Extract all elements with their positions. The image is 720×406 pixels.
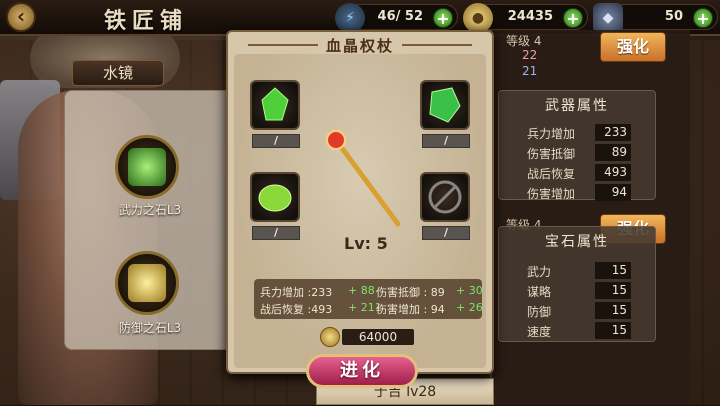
attr-name: 谋略 bbox=[527, 285, 552, 299]
attr-name: 战后恢复 bbox=[527, 167, 576, 181]
stat-damage: 伤害增加 : 94 bbox=[376, 303, 445, 316]
slot-3[interactable] bbox=[250, 172, 300, 222]
stamina-counter: ⚡ 46/ 52 + bbox=[335, 3, 458, 33]
page-title: 铁匠铺 bbox=[104, 8, 189, 34]
gem-slot-force[interactable] bbox=[115, 135, 179, 199]
evolve-dialog: 血晶权杖 / / / / Lv: 5 兵力增加:233 + 88 伤害抵御:… bbox=[226, 30, 494, 388]
attr-value: 493 bbox=[595, 164, 631, 181]
stat-b: 21 bbox=[522, 64, 538, 78]
stat-recovery: 战后恢复 :493 bbox=[260, 303, 333, 316]
tab-water-mirror[interactable]: 水镜 bbox=[72, 60, 164, 86]
dialog-title: 血晶权杖 bbox=[325, 37, 394, 55]
attr-value: 94 bbox=[595, 184, 631, 201]
attr-value: 15 bbox=[595, 302, 631, 319]
green-gem-icon bbox=[128, 148, 166, 186]
attr-value: 15 bbox=[595, 322, 631, 339]
slot-1[interactable] bbox=[250, 80, 300, 130]
stat-troops: 兵力增加 :233 bbox=[260, 286, 333, 299]
stat-damage-plus: + 26 bbox=[456, 301, 483, 314]
badge-icon: ◆ bbox=[593, 3, 623, 33]
green-gem-icon bbox=[429, 87, 461, 123]
gem-label-force: 武力之石L3 bbox=[118, 203, 182, 217]
slot-4[interactable] bbox=[420, 172, 470, 222]
upgrade-button[interactable]: 强化 bbox=[600, 32, 666, 62]
slot-2-bar: / bbox=[422, 134, 470, 148]
stat-defense-plus: + 30 bbox=[456, 284, 483, 297]
item-level: Lv: 5 bbox=[344, 234, 388, 253]
attr-value: 15 bbox=[595, 282, 631, 299]
attr-name: 防御 bbox=[527, 305, 552, 319]
stat-troops-plus: + 88 bbox=[348, 284, 375, 297]
attr-name: 伤害增加 bbox=[527, 187, 576, 201]
back-arrow-icon: ‹ bbox=[16, 4, 26, 28]
attr-value: 15 bbox=[595, 262, 631, 279]
weapon-attr-title: 武器属性 bbox=[545, 98, 609, 114]
yellow-gem-icon bbox=[128, 264, 166, 302]
back-button[interactable]: ‹ bbox=[6, 2, 36, 32]
evolve-button[interactable]: 进化 bbox=[306, 354, 418, 388]
gem-list-panel: 武力之石L3 防御之石L3 bbox=[64, 90, 234, 350]
gem-label-defense: 防御之石L3 bbox=[118, 321, 182, 335]
cost-value: 64000 bbox=[342, 329, 414, 345]
coin-counter: ● 24435 + bbox=[463, 3, 588, 33]
weapon-attributes: 武器属性 兵力增加 233 伤害抵御 89 战后恢复 493 伤害增加 94 bbox=[498, 90, 656, 201]
slot-3-bar: / bbox=[252, 226, 300, 240]
coin-icon bbox=[320, 327, 340, 347]
gem-slot-defense[interactable] bbox=[115, 251, 179, 315]
attr-name: 速度 bbox=[527, 325, 552, 339]
lightning-icon: ⚡ bbox=[335, 3, 365, 33]
dialog-body: / / / / Lv: 5 兵力增加 :233 + 88 伤害抵御: 89 +… bbox=[234, 54, 486, 388]
gem-attr-title: 宝石属性 bbox=[545, 234, 609, 250]
add-stamina-button[interactable]: + bbox=[433, 8, 453, 28]
slot-4-bar: / bbox=[422, 226, 470, 240]
attr-name: 武力 bbox=[527, 265, 552, 279]
locked-slot-icon bbox=[428, 180, 462, 214]
gem-attributes: 宝石属性 武力 15 谋略 15 防御 15 速度 15 bbox=[498, 226, 656, 342]
item-stats: 兵力增加 :233 + 88 伤害抵御 : 89 + 30 战后恢复 :493 … bbox=[254, 279, 483, 319]
attr-name: 兵力增加 bbox=[527, 127, 576, 141]
attr-value: 89 bbox=[595, 144, 631, 161]
attr-name: 伤害抵御 bbox=[527, 147, 576, 161]
attr-value: 233 bbox=[595, 124, 631, 141]
stat-defense: 伤害抵御 : 89 bbox=[376, 286, 445, 299]
add-coins-button[interactable]: + bbox=[563, 8, 583, 28]
badge-counter: ◆ 50 + bbox=[593, 3, 718, 33]
coin-icon: ● bbox=[463, 3, 493, 33]
scepter-icon bbox=[326, 130, 401, 227]
slot-2[interactable] bbox=[420, 80, 470, 130]
add-badge-button[interactable]: + bbox=[693, 8, 713, 28]
evolve-cost: 64000 bbox=[320, 327, 414, 347]
green-blob-icon bbox=[258, 184, 292, 212]
green-crystal-icon bbox=[261, 87, 289, 121]
slot-1-bar: / bbox=[252, 134, 300, 148]
